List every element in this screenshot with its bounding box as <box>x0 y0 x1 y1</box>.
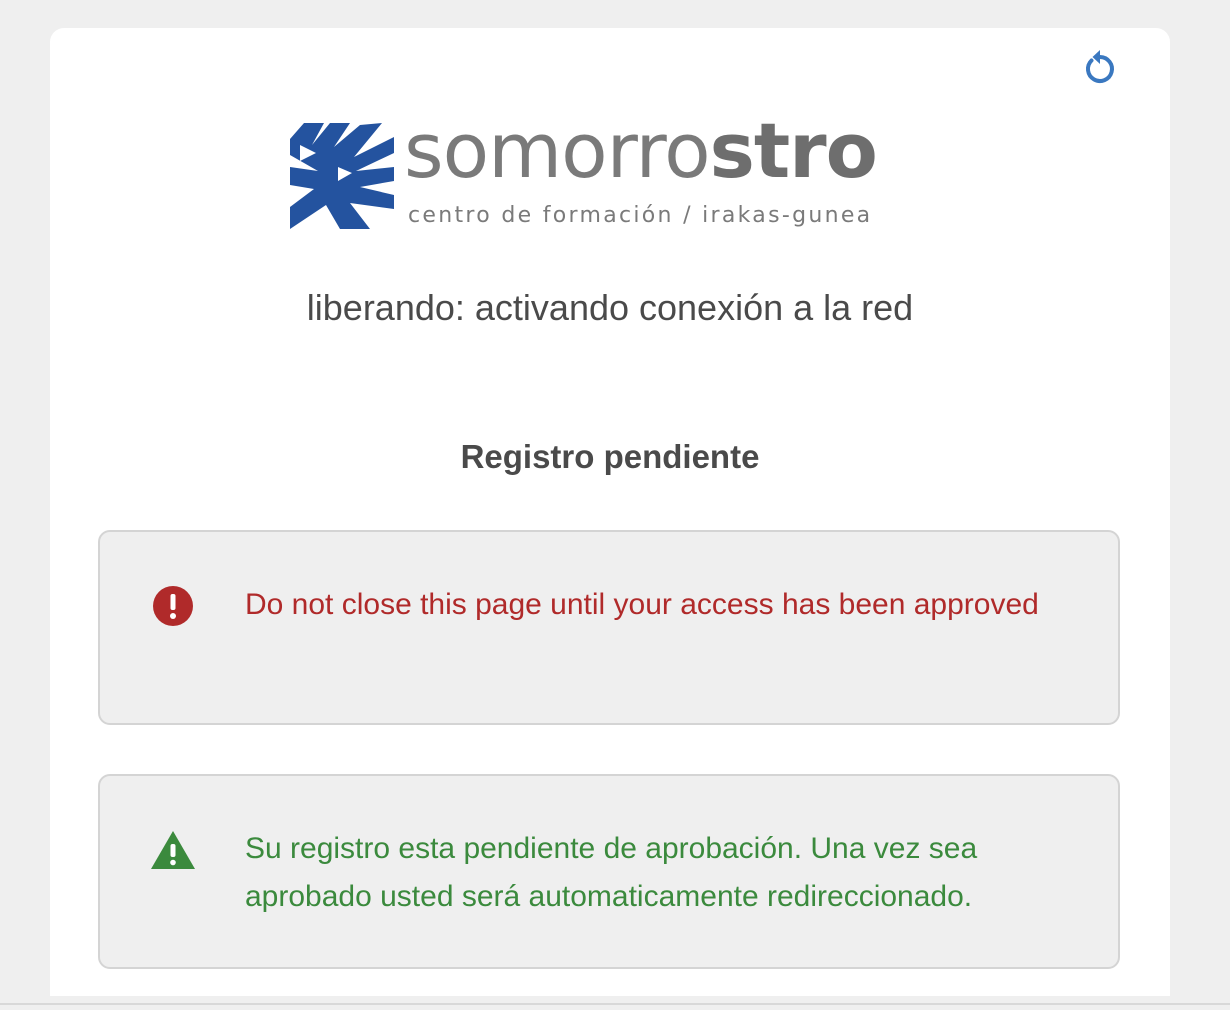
page-title: Registro pendiente <box>460 438 760 475</box>
warning-triangle-icon <box>151 831 195 869</box>
success-alert-text: Su registro esta pendiente de aprobación… <box>245 832 978 913</box>
exclamation-circle-icon <box>153 586 193 626</box>
logo-mark-icon <box>290 123 394 229</box>
success-alert: Su registro esta pendiente de aprobación… <box>98 774 1120 969</box>
somorrostro-logo: somorrostro centro de formación / irakas… <box>290 113 932 233</box>
portal-card: somorrostro centro de formación / irakas… <box>50 28 1170 996</box>
logo-wordmark: somorrostro <box>404 113 878 189</box>
danger-alert: Do not close this page until your access… <box>98 530 1120 725</box>
page-divider <box>0 1003 1230 1005</box>
logo-tagline: centro de formación / irakas-gunea <box>408 203 873 228</box>
network-status-text: liberando: activando conexión a la red <box>306 287 914 328</box>
refresh-button[interactable] <box>1080 48 1120 88</box>
logo-wordmark-bold: stro <box>709 106 878 195</box>
refresh-icon <box>1086 50 1114 83</box>
danger-alert-text: Do not close this page until your access… <box>245 588 1039 621</box>
logo-wordmark-regular: somorro <box>404 106 711 195</box>
